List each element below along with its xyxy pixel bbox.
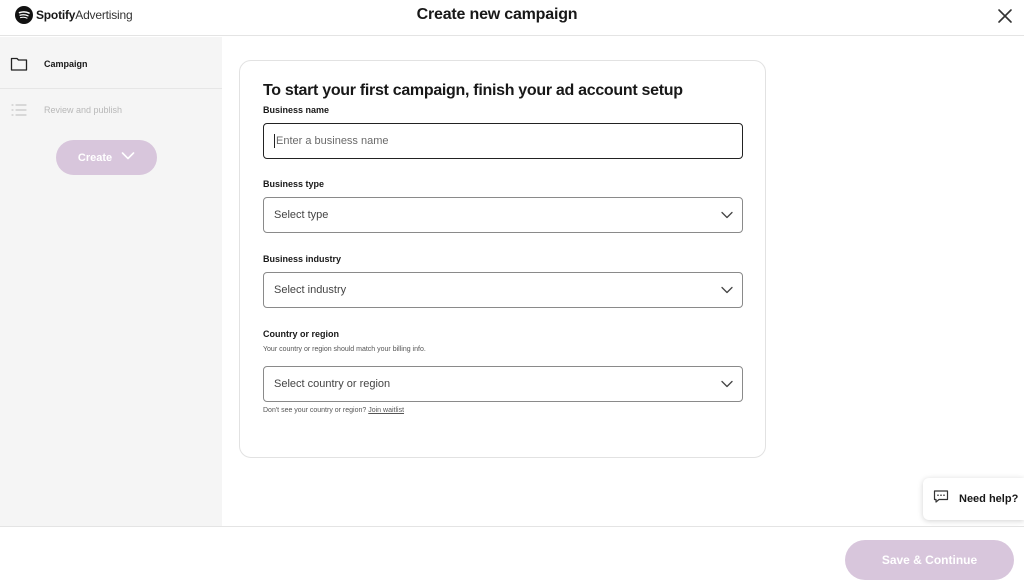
country-label: Country or region — [263, 329, 339, 339]
business-name-field[interactable] — [263, 123, 743, 159]
sidebar-item-review-and-publish: Review and publish — [0, 89, 222, 131]
business-name-input[interactable] — [276, 135, 716, 147]
create-button-label: Create — [77, 151, 113, 164]
waitlist-note-text: Don't see your country or region? — [263, 407, 367, 414]
chat-icon — [933, 489, 949, 509]
sidebar-item-campaign[interactable]: Campaign — [0, 39, 222, 89]
chevron-down-icon — [721, 285, 733, 295]
join-waitlist-link[interactable]: Join waitlist — [368, 407, 404, 414]
need-help-label: Need help? — [959, 493, 1019, 505]
close-icon[interactable] — [996, 7, 1014, 25]
country-value: Select country or region — [274, 378, 391, 390]
account-setup-card: To start your first campaign, finish you… — [239, 60, 766, 458]
chevron-down-icon — [721, 379, 733, 389]
need-help-button[interactable]: Need help? — [923, 478, 1024, 520]
business-type-value: Select type — [274, 209, 329, 221]
business-type-select[interactable]: Select type — [263, 197, 743, 233]
save-and-continue-button[interactable]: Save & Continue — [845, 540, 1014, 580]
sidebar-item-label: Campaign — [44, 58, 88, 69]
waitlist-note: Don't see your country or region? Join w… — [263, 407, 404, 414]
business-type-label: Business type — [263, 179, 325, 189]
business-industry-value: Select industry — [274, 284, 347, 296]
form-title: To start your first campaign, finish you… — [263, 82, 683, 99]
country-select[interactable]: Select country or region — [263, 366, 743, 402]
business-name-label: Business name — [263, 105, 330, 115]
top-bar: SpotifyAdvertising Create new campaign — [0, 0, 1024, 36]
text-cursor — [274, 134, 275, 148]
business-industry-select[interactable]: Select industry — [263, 272, 743, 308]
business-industry-label: Business industry — [263, 254, 342, 264]
sidebar-item-label: Review and publish — [44, 105, 123, 115]
country-help-text: Your country or region should match your… — [263, 346, 426, 353]
sidebar: Campaign Review and publish Create — [0, 37, 222, 526]
chevron-down-icon — [121, 151, 135, 164]
list-icon — [10, 101, 28, 119]
create-button[interactable]: Create — [56, 140, 157, 175]
chevron-down-icon — [721, 210, 733, 220]
page-title: Create new campaign — [416, 6, 578, 23]
folder-icon — [10, 55, 28, 73]
footer-bar: Save & Continue — [0, 526, 1024, 587]
